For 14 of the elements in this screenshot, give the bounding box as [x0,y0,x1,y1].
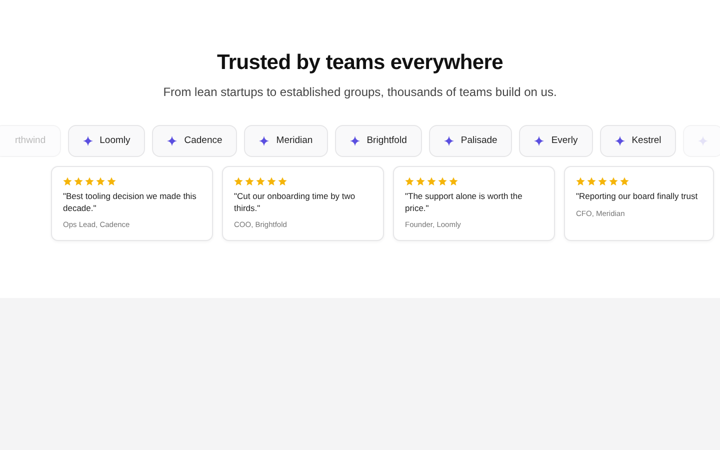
company-name: Cadence [184,134,222,148]
testimonial-quote: "Reporting our board finally trust [576,191,699,203]
section-heading: Trusted by teams everywhere [216,50,504,76]
company-name: rthwind [15,134,46,148]
testimonial-quote: "The support alone is worth the price." [405,191,524,214]
company-name: Everly [551,134,578,148]
testimonial-quote: "Cut our onboarding time by two thirds." [234,191,356,214]
section-subheading: From lean startups to established groups, thousands of teams build on us. [162,84,558,102]
company-name: Meridian [276,134,313,148]
testimonial-quote: "Best tooling decision we made this decade." [63,191,198,214]
company-name: Kestrel [632,134,662,148]
company-name: Loomly [100,134,130,148]
company-name: Palisade [460,134,498,148]
company-name: Brightfold [366,134,407,148]
